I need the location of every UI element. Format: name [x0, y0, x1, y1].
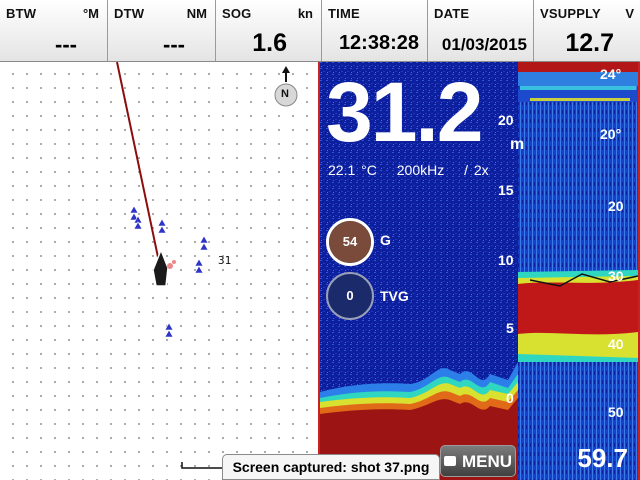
menu-button[interactable]: MENU	[440, 445, 516, 477]
right-scale-label-5: 40	[608, 336, 624, 352]
vsupply-cell[interactable]: VSUPPLY V 12.7	[534, 0, 640, 61]
right-scale-label-3: 20	[608, 198, 624, 214]
chart-pane[interactable]: N 31	[0, 62, 318, 480]
depth-sounding: 31	[218, 254, 232, 267]
right-scale-label-2: 20°	[600, 126, 622, 142]
sonar-pane[interactable]: 31.2 m 22.1 °C 200kHz / 2x 54 G 0 TVG 20…	[320, 62, 640, 480]
sonar-frequency: 200kHz	[396, 162, 445, 178]
depth-readout: 31.2	[326, 65, 483, 159]
north-arrow-icon[interactable]	[274, 66, 298, 107]
scale-label-10: 10	[498, 252, 514, 268]
date-value: 01/03/2015	[441, 35, 527, 54]
sog-unit: kn	[297, 6, 313, 21]
vsupply-value: 12.7	[565, 29, 614, 57]
menu-icon	[443, 456, 456, 466]
sonar-info: 22.1 °C 200kHz / 2x	[328, 162, 503, 178]
btw-label: BTW	[6, 6, 37, 21]
sog-value: 1.6	[252, 29, 287, 57]
time-value: 12:38:28	[338, 32, 419, 54]
dtw-cell[interactable]: DTW NM ---	[108, 0, 216, 61]
right-scale-label-6: 50	[608, 404, 624, 420]
vsupply-label: VSUPPLY	[540, 6, 601, 21]
bottom-range-readout: 59.7	[577, 443, 628, 473]
tvg-value: 0	[346, 288, 354, 303]
vessel-icon[interactable]	[152, 247, 176, 287]
btw-cell[interactable]: BTW °M ---	[0, 0, 108, 61]
btw-unit: °M	[82, 6, 99, 21]
course-track	[116, 62, 160, 263]
nav-aid-markers	[129, 205, 209, 338]
btw-value: ---	[55, 32, 77, 57]
right-scale-label-1: 24°	[600, 66, 622, 82]
scale-label-15: 15	[498, 182, 514, 198]
dtw-unit: NM	[186, 6, 207, 21]
date-label: DATE	[434, 6, 470, 21]
gain-knob[interactable]: 54	[326, 218, 374, 266]
tvg-knob[interactable]: 0	[326, 272, 374, 320]
date-cell[interactable]: DATE 01/03/2015	[428, 0, 534, 61]
depth-unit: m	[510, 136, 525, 153]
gain-value: 54	[329, 221, 371, 263]
time-cell[interactable]: TIME 12:38:28	[322, 0, 428, 61]
time-label: TIME	[328, 6, 360, 21]
sog-label: SOG	[222, 6, 252, 21]
gain-label: G	[380, 232, 391, 248]
dtw-value: ---	[163, 32, 185, 57]
data-bar: BTW °M --- DTW NM --- SOG kn 1.6 TIME 12…	[0, 0, 640, 62]
water-temperature: 22.1 °C	[328, 162, 377, 178]
scale-label-20: 20	[498, 112, 514, 128]
sog-cell[interactable]: SOG kn 1.6	[216, 0, 322, 61]
dtw-label: DTW	[114, 6, 145, 21]
zoom-level: / 2x	[464, 162, 489, 178]
north-label: N	[281, 88, 289, 100]
tvg-label: TVG	[380, 288, 409, 304]
chart-overlay	[116, 62, 298, 469]
menu-label: MENU	[461, 452, 513, 471]
right-scale-label-4: 30	[608, 268, 624, 284]
vsupply-unit: V	[625, 6, 634, 21]
scale-bar	[181, 462, 222, 469]
scale-label-0: 0	[506, 390, 514, 406]
scale-label-5: 5	[506, 320, 514, 336]
screen-capture-toast: Screen captured: shot 37.png	[222, 454, 440, 480]
